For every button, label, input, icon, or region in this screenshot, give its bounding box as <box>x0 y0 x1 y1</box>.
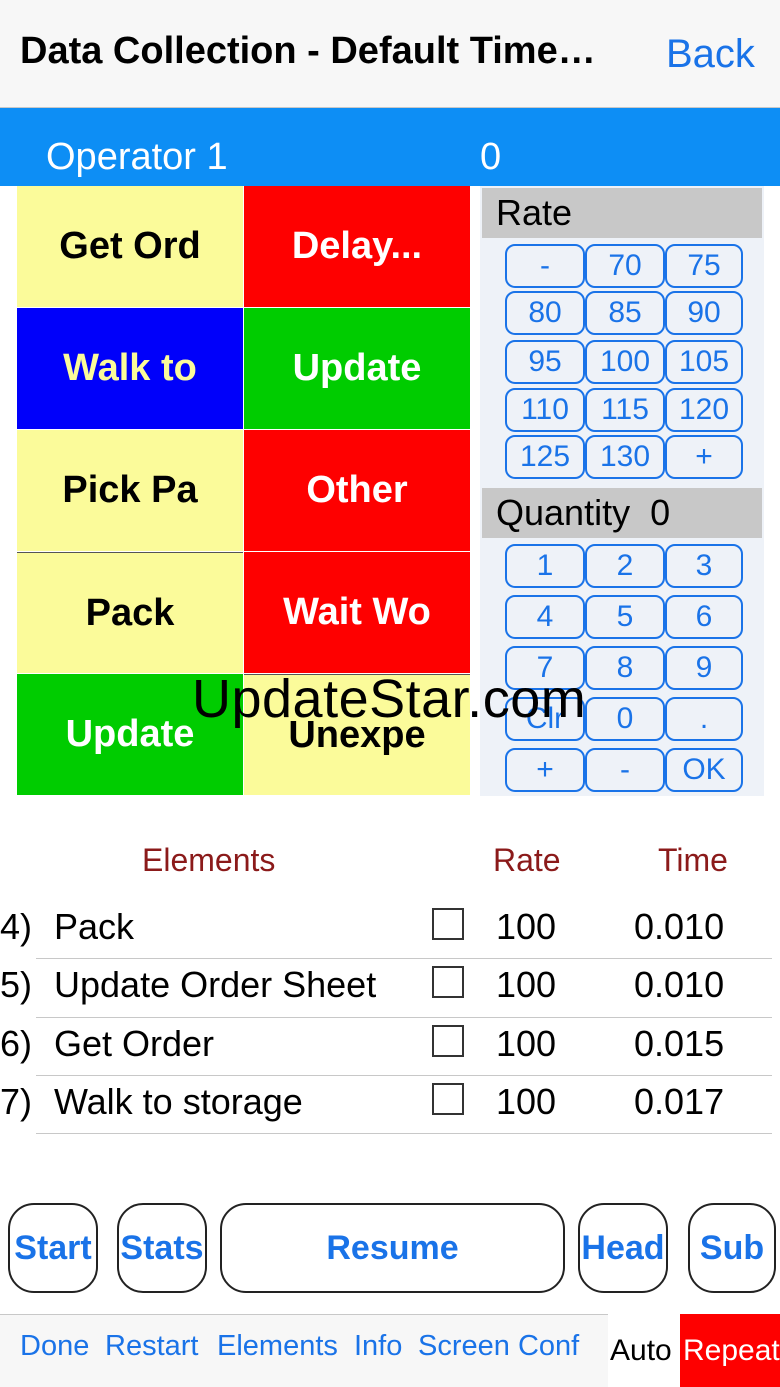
table-row-rate: 100 <box>496 964 557 1005</box>
element-button-pack[interactable]: Pack <box>17 552 243 673</box>
element-button-other[interactable]: Other <box>244 430 470 551</box>
table-row-name[interactable]: Walk to storage <box>54 1081 303 1123</box>
quantity-title: Quantity <box>496 492 631 533</box>
rate-key-plus[interactable]: + <box>665 435 743 479</box>
rate-key-110[interactable]: 110 <box>505 388 585 432</box>
page-title: Data Collection - Default Time… <box>20 30 596 72</box>
rate-key-105[interactable]: 105 <box>665 340 743 384</box>
element-button-wait-work[interactable]: Wait Wo <box>244 552 470 673</box>
table-header-time: Time <box>658 842 728 878</box>
rate-key-130[interactable]: 130 <box>585 435 665 479</box>
qty-key-5[interactable]: 5 <box>585 595 665 639</box>
table-row-name[interactable]: Pack <box>54 906 134 948</box>
rate-key-125[interactable]: 125 <box>505 435 585 479</box>
row-divider <box>36 958 772 959</box>
element-button-get-order[interactable]: Get Ord <box>17 186 243 307</box>
toolbar-screen-conf-button[interactable]: Screen Conf <box>418 1330 579 1363</box>
head-button[interactable]: Head <box>578 1203 668 1293</box>
rate-key-70[interactable]: 70 <box>585 244 665 288</box>
rate-key-90[interactable]: 90 <box>665 291 743 335</box>
qty-key-3[interactable]: 3 <box>665 544 743 588</box>
toolbar-info-button[interactable]: Info <box>354 1330 402 1363</box>
watermark: UpdateStar.com <box>192 669 587 729</box>
operator-name: Operator 1 <box>46 136 228 178</box>
table-row-name[interactable]: Get Order <box>54 1023 214 1065</box>
toolbar-done-button[interactable]: Done <box>20 1330 89 1363</box>
table-row-checkbox[interactable] <box>432 1025 464 1057</box>
table-row-checkbox[interactable] <box>432 966 464 998</box>
table-row-time: 0.010 <box>634 906 725 947</box>
qty-key-4[interactable]: 4 <box>505 595 585 639</box>
back-button[interactable]: Back <box>666 32 755 77</box>
stats-button[interactable]: Stats <box>117 1203 207 1293</box>
toolbar-restart-button[interactable]: Restart <box>105 1330 198 1363</box>
quantity-value: 0 <box>650 492 671 533</box>
table-row-time: 0.010 <box>634 964 725 1005</box>
quantity-header: Quantity 0 <box>482 488 762 538</box>
table-row-rate: 100 <box>496 1023 557 1064</box>
rate-header: Rate <box>482 188 762 238</box>
qty-key-8[interactable]: 8 <box>585 646 665 690</box>
start-button[interactable]: Start <box>8 1203 98 1293</box>
rate-key-95[interactable]: 95 <box>505 340 585 384</box>
table-row-time: 0.017 <box>634 1081 725 1122</box>
table-row-time: 0.015 <box>634 1023 725 1064</box>
qty-key-decimal[interactable]: . <box>665 697 743 741</box>
toolbar-auto-toggle[interactable]: Auto <box>610 1334 672 1368</box>
qty-key-ok[interactable]: OK <box>665 748 743 792</box>
table-row-number: 4) <box>0 906 33 947</box>
rate-key-120[interactable]: 120 <box>665 388 743 432</box>
qty-key-9[interactable]: 9 <box>665 646 743 690</box>
table-row-number: 5) <box>0 964 33 1005</box>
table-row-name[interactable]: Update Order Sheet <box>54 964 376 1006</box>
row-divider <box>36 1017 772 1018</box>
row-divider <box>36 1133 772 1134</box>
qty-key-0[interactable]: 0 <box>585 697 665 741</box>
rate-key-minus[interactable]: - <box>505 244 585 288</box>
row-divider <box>36 1075 772 1076</box>
rate-key-75[interactable]: 75 <box>665 244 743 288</box>
rate-key-80[interactable]: 80 <box>505 291 585 335</box>
sub-button[interactable]: Sub <box>688 1203 776 1293</box>
table-row-rate: 100 <box>496 906 557 947</box>
qty-key-plus[interactable]: + <box>505 748 585 792</box>
qty-key-6[interactable]: 6 <box>665 595 743 639</box>
qty-key-2[interactable]: 2 <box>585 544 665 588</box>
element-button-pick-parts[interactable]: Pick Pa <box>17 430 243 551</box>
rate-key-100[interactable]: 100 <box>585 340 665 384</box>
qty-key-1[interactable]: 1 <box>505 544 585 588</box>
table-row-number: 6) <box>0 1023 33 1064</box>
table-row-checkbox[interactable] <box>432 1083 464 1115</box>
table-header-elements: Elements <box>142 842 276 878</box>
toolbar-repeat-toggle[interactable]: Repeat <box>683 1334 780 1368</box>
element-button-update[interactable]: Update <box>244 308 470 429</box>
table-row-rate: 100 <box>496 1081 557 1122</box>
toolbar-elements-button[interactable]: Elements <box>217 1330 338 1363</box>
table-row-checkbox[interactable] <box>432 908 464 940</box>
resume-button[interactable]: Resume <box>220 1203 565 1293</box>
element-button-walk-to[interactable]: Walk to <box>17 308 243 429</box>
element-button-delay[interactable]: Delay... <box>244 186 470 307</box>
rate-title: Rate <box>496 192 573 233</box>
rate-key-85[interactable]: 85 <box>585 291 665 335</box>
rate-key-115[interactable]: 115 <box>585 388 665 432</box>
table-header-rate: Rate <box>493 842 561 878</box>
table-row-number: 7) <box>0 1081 33 1122</box>
qty-key-minus[interactable]: - <box>585 748 665 792</box>
operator-count: 0 <box>480 136 502 178</box>
